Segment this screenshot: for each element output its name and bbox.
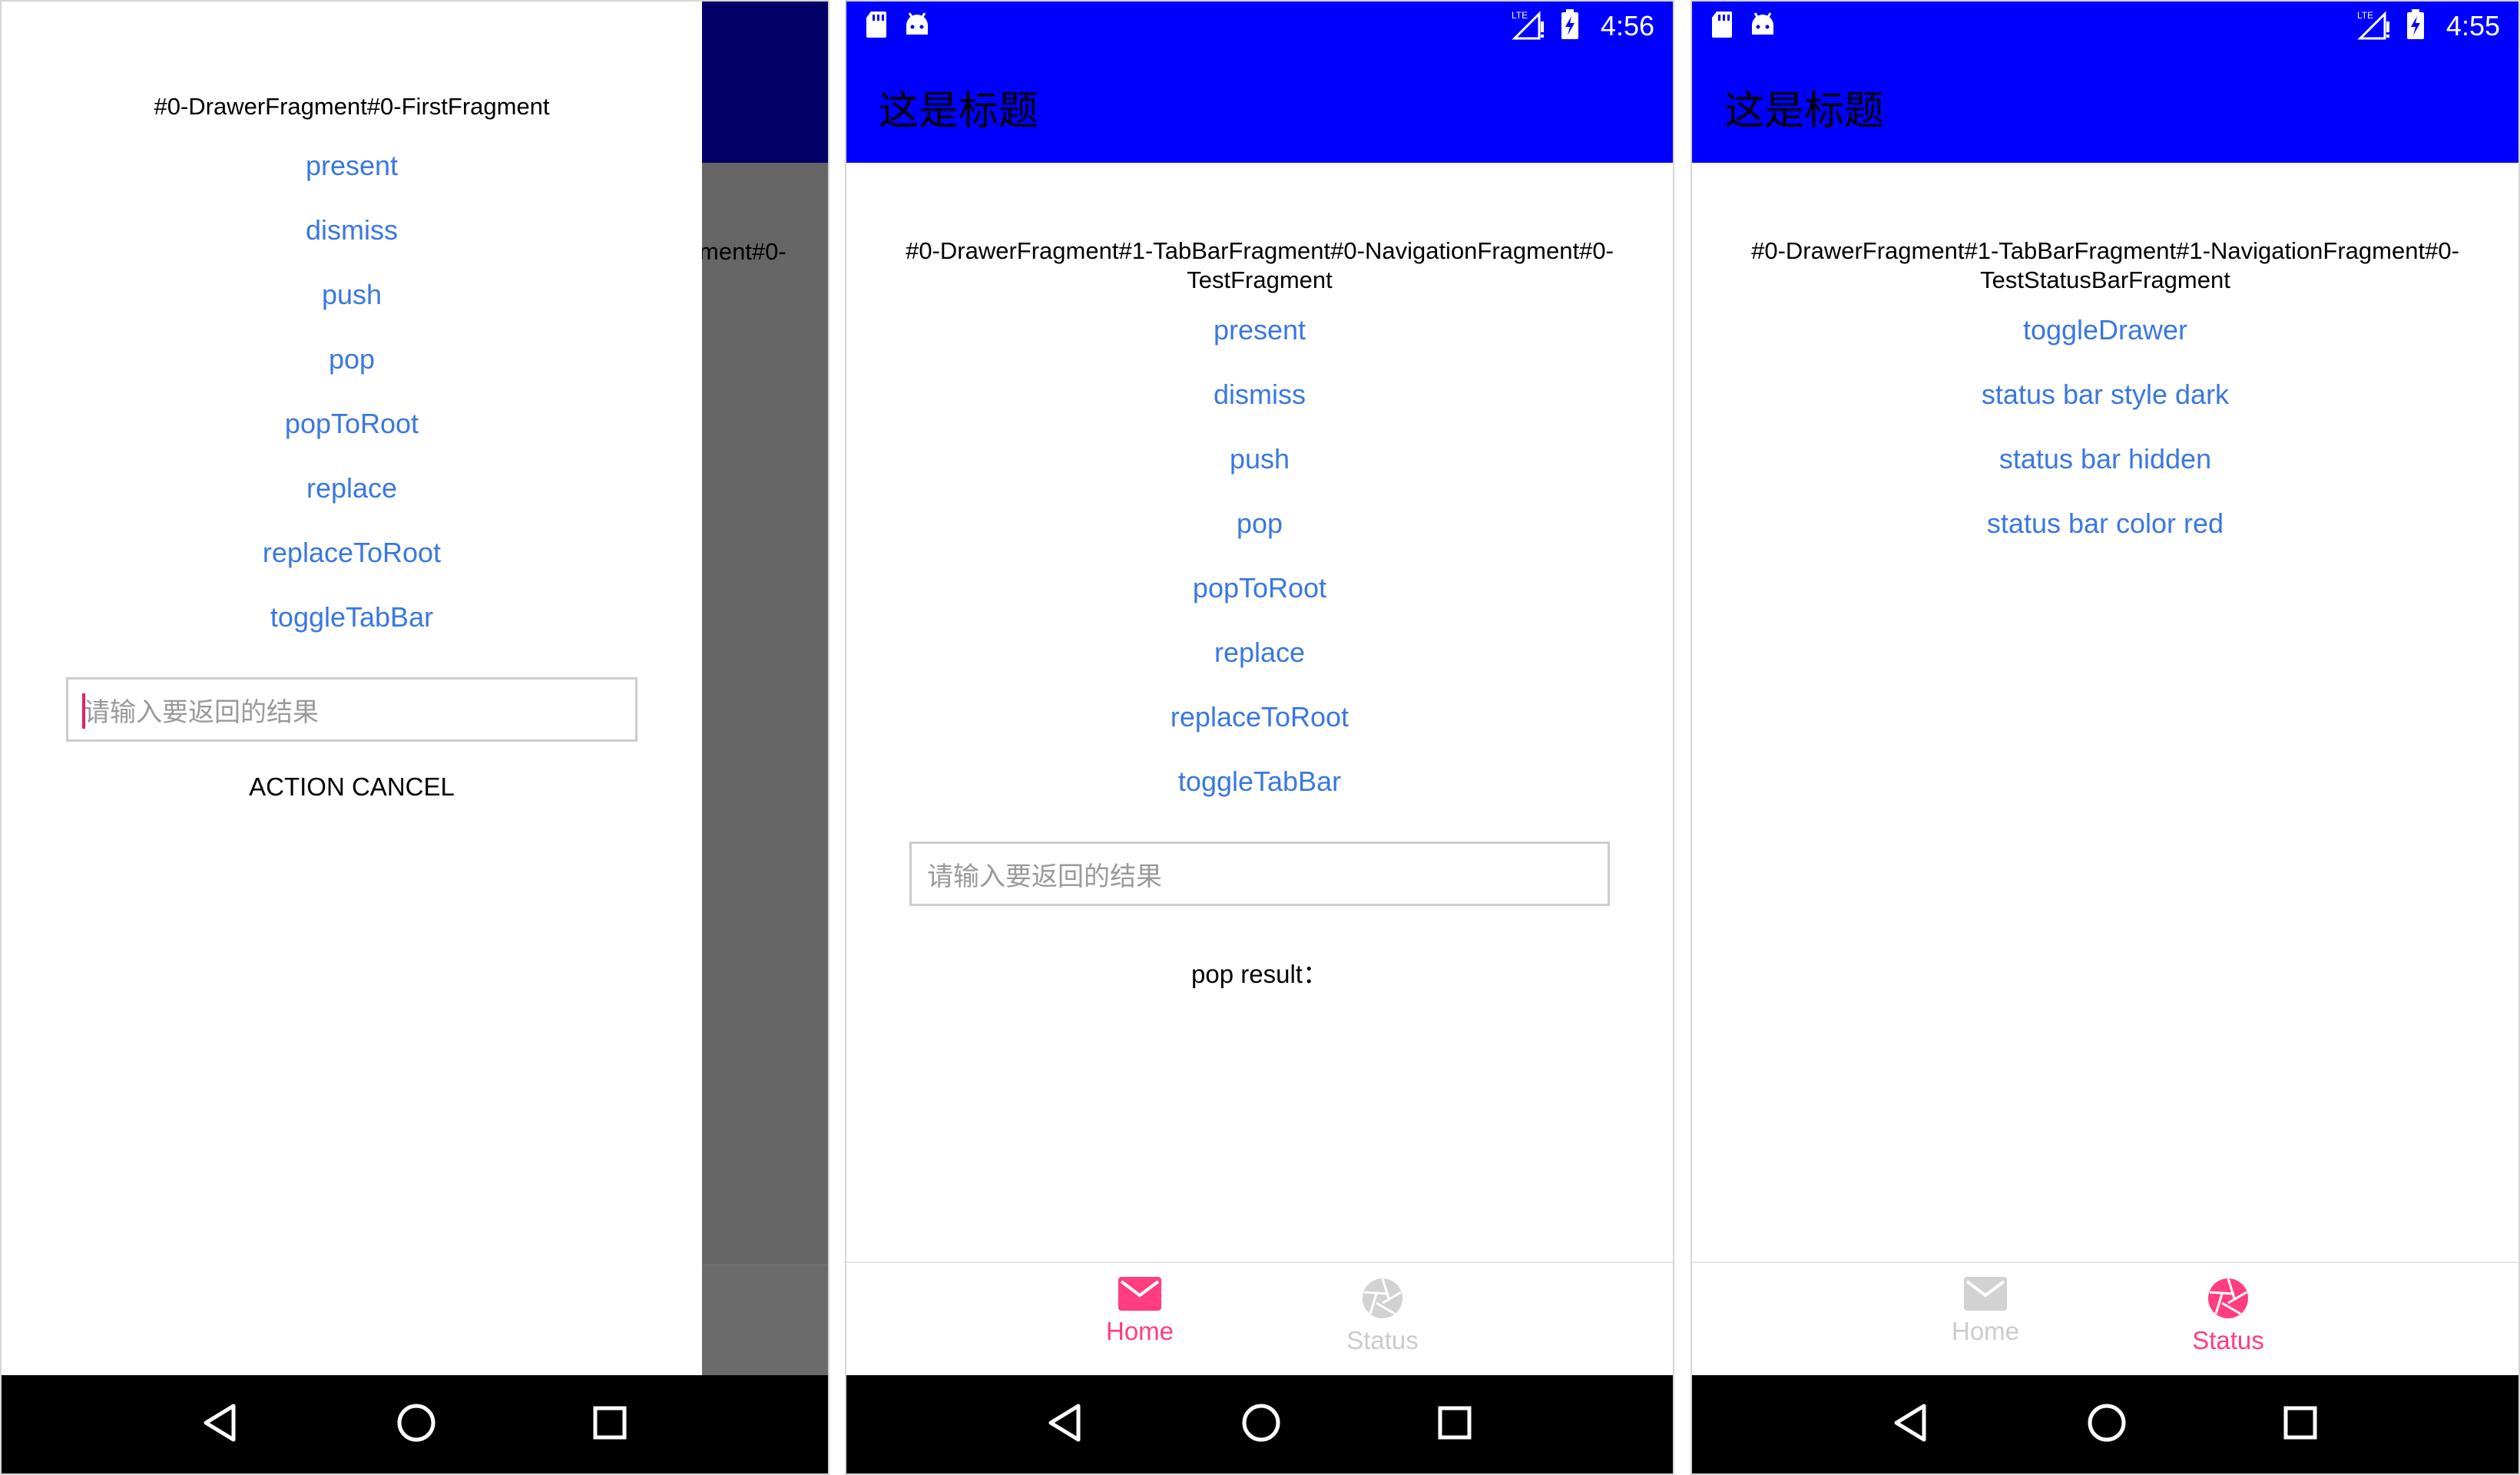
recents-icon[interactable] (591, 1404, 628, 1444)
screenshot-stage: ment#0- #0-DrawerFragment#0-FirstFragmen… (0, 0, 2520, 1475)
fragment-title-line2: TestStatusBarFragment (1980, 266, 2230, 293)
tab-home-label: Home (1105, 1317, 1174, 1345)
tab-status-label: Status (1346, 1326, 1419, 1354)
drawer-content: #0-DrawerFragment#0-FirstFragment presen… (2, 92, 702, 802)
tab-home-label: Home (1951, 1317, 2020, 1345)
recents-icon[interactable] (1436, 1404, 1473, 1444)
recents-icon[interactable] (2282, 1404, 2319, 1444)
svg-text:LTE: LTE (2357, 10, 2373, 21)
tab-home[interactable]: Home (1063, 1277, 1217, 1346)
link-replace-to-root[interactable]: replaceToRoot (1171, 685, 1349, 749)
drawer-link-dismiss[interactable]: dismiss (306, 198, 398, 263)
drawer-link-push[interactable]: push (322, 263, 382, 327)
home-icon[interactable] (396, 1402, 437, 1447)
fragment-title-line1: #0-DrawerFragment#1-TabBarFragment#0-Nav… (906, 237, 1614, 264)
home-icon[interactable] (1240, 1402, 1282, 1447)
aperture-icon (1361, 1277, 1404, 1323)
fragment-title-line2: TestFragment (1187, 266, 1333, 293)
phone-status-tab: 这是标题 LTE 4:55 #0-DrawerFragment#1-TabBar… (1690, 0, 2520, 1475)
drawer-result-placeholder: 请输入要返回的结果 (84, 696, 319, 728)
link-status-bar-hidden[interactable]: status bar hidden (1999, 427, 2211, 491)
link-present[interactable]: present (1214, 298, 1306, 362)
status-clock: 4:56 (1600, 9, 1654, 41)
back-icon[interactable] (201, 1403, 241, 1446)
drawer-link-replace[interactable]: replace (306, 456, 397, 521)
link-toggle-tabbar[interactable]: toggleTabBar (1178, 749, 1341, 814)
peek-fragment-title: ment#0- (699, 238, 786, 265)
status-bar: LTE 4:56 (846, 2, 1673, 50)
tab-status-label: Status (2192, 1326, 2264, 1354)
fragment-title-line1: #0-DrawerFragment#1-TabBarFragment#1-Nav… (1751, 237, 2459, 264)
aperture-icon (2207, 1277, 2250, 1323)
link-toggle-drawer[interactable]: toggleDrawer (2023, 298, 2187, 362)
drawer-link-pop[interactable]: pop (329, 327, 375, 392)
battery-charging-icon (2406, 8, 2425, 43)
system-navbar (846, 1375, 1673, 1473)
drawer-link-toggle-tabbar[interactable]: toggleTabBar (270, 585, 433, 650)
svg-text:LTE: LTE (1512, 10, 1528, 21)
appbar-title: 这是标题 (1724, 88, 1885, 134)
sd-card-icon (1710, 10, 1734, 42)
result-input[interactable]: 请输入要返回的结果 (909, 842, 1610, 906)
phone-home-tab: 这是标题 LTE 4:56 #0-DrawerFragment#1-TabBar… (845, 0, 1674, 1475)
android-icon (1749, 12, 1777, 41)
mail-icon (1964, 1277, 2007, 1314)
fragment-content: #0-DrawerFragment#1-TabBarFragment#1-Nav… (1692, 236, 2518, 556)
link-status-bar-style-dark[interactable]: status bar style dark (1982, 362, 2229, 427)
tab-home[interactable]: Home (1909, 1277, 2062, 1346)
link-pop-to-root[interactable]: popToRoot (1193, 556, 1326, 620)
tab-status[interactable]: Status (1306, 1277, 1459, 1355)
phone-drawer-open: ment#0- #0-DrawerFragment#0-FirstFragmen… (0, 0, 830, 1475)
drawer-link-pop-to-root[interactable]: popToRoot (285, 392, 419, 456)
tab-bar: Home Status (1692, 1262, 2518, 1375)
fragment-content: #0-DrawerFragment#1-TabBarFragment#0-Nav… (846, 236, 1673, 990)
tab-bar: Home Status (846, 1262, 1673, 1375)
battery-charging-icon (1561, 8, 1579, 43)
link-replace[interactable]: replace (1214, 620, 1305, 685)
drawer-panel: #0-DrawerFragment#0-FirstFragment presen… (2, 2, 702, 1378)
status-bar: LTE 4:55 (1692, 2, 2518, 50)
link-pop[interactable]: pop (1237, 491, 1283, 556)
system-navbar (2, 1375, 828, 1473)
mail-icon (1118, 1277, 1161, 1314)
result-input-placeholder: 请输入要返回的结果 (927, 861, 1162, 892)
lte-signal-icon: LTE (2357, 9, 2391, 43)
drawer-link-replace-to-root[interactable]: replaceToRoot (263, 521, 441, 585)
pop-result-text: pop result： (1191, 960, 1328, 988)
drawer-result-input[interactable]: 请输入要返回的结果 (66, 677, 637, 742)
back-icon[interactable] (1892, 1403, 1932, 1446)
drawer-action-text: ACTION CANCEL (249, 772, 455, 801)
sd-card-icon (865, 10, 888, 42)
tab-status[interactable]: Status (2151, 1277, 2305, 1355)
drawer-fragment-title: #0-DrawerFragment#0-FirstFragment (154, 93, 550, 120)
link-dismiss[interactable]: dismiss (1214, 362, 1306, 427)
status-clock: 4:55 (2445, 9, 2500, 41)
drawer-link-present[interactable]: present (306, 134, 398, 198)
home-icon[interactable] (2086, 1402, 2128, 1447)
text-caret (82, 693, 85, 729)
system-navbar (1692, 1375, 2518, 1473)
android-icon (903, 12, 931, 41)
lte-signal-icon: LTE (1512, 9, 1545, 43)
link-status-bar-color-red[interactable]: status bar color red (1987, 491, 2224, 556)
back-icon[interactable] (1046, 1403, 1086, 1446)
appbar-title: 这是标题 (879, 88, 1039, 134)
link-push[interactable]: push (1230, 427, 1290, 491)
